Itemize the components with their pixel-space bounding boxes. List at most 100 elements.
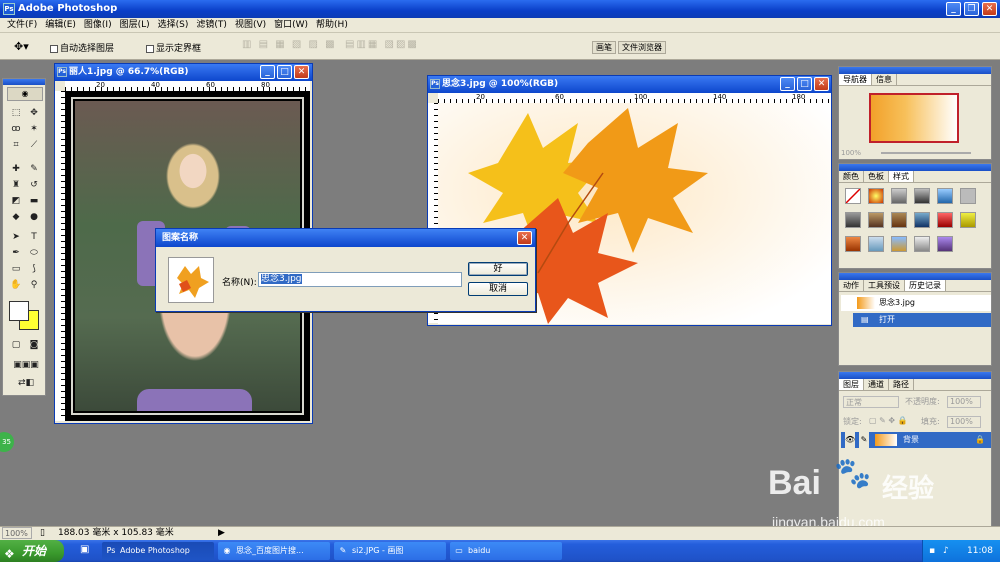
slice-tool-icon[interactable]: ⟋ xyxy=(27,139,41,152)
tab-navigator[interactable]: 导航器 xyxy=(839,74,872,85)
eraser-tool-icon[interactable]: ◩ xyxy=(9,195,23,208)
navigator-thumbnail[interactable] xyxy=(869,93,959,143)
tab-paths[interactable]: 路径 xyxy=(889,379,914,390)
style-swatch[interactable] xyxy=(845,236,861,252)
history-brush-icon[interactable]: ↺ xyxy=(27,179,41,192)
menu-select[interactable]: 选择(S) xyxy=(154,18,193,32)
blur-tool-icon[interactable]: ◆ xyxy=(9,211,23,224)
tab-styles[interactable]: 样式 xyxy=(889,171,914,182)
pen-tool-icon[interactable]: ✒ xyxy=(9,247,23,260)
eye-icon[interactable]: 👁 xyxy=(845,432,855,448)
notes-tool-icon[interactable]: ▭ xyxy=(9,263,23,276)
marquee-tool-icon[interactable]: ⬚ xyxy=(9,107,23,120)
navigator-zoom-bar[interactable]: 100% xyxy=(841,149,991,159)
volume-icon[interactable]: ♪ xyxy=(943,540,949,562)
task-paint[interactable]: ✎ si2.JPG - 画图 xyxy=(334,542,446,560)
clock[interactable]: 11:08 xyxy=(967,540,993,562)
menu-image[interactable]: 图像(I) xyxy=(80,18,116,32)
style-swatch[interactable] xyxy=(891,212,907,228)
opacity-input[interactable]: 100% xyxy=(947,396,981,408)
doc-close-button[interactable]: ✕ xyxy=(294,65,309,79)
menu-window[interactable]: 窗口(W) xyxy=(270,18,312,32)
brush-tool-icon[interactable]: ✎ xyxy=(27,163,41,176)
menu-layer[interactable]: 图层(L) xyxy=(116,18,154,32)
status-arrow-icon[interactable]: ▶ xyxy=(218,527,225,540)
eyedropper-icon[interactable]: ⟆ xyxy=(27,263,41,276)
dialog-close-button[interactable]: ✕ xyxy=(517,231,532,245)
tab-tool-presets[interactable]: 工具预设 xyxy=(864,280,905,291)
style-swatch[interactable] xyxy=(845,188,861,204)
task-photoshop[interactable]: Ps Adobe Photoshop xyxy=(102,542,214,560)
quicklaunch-desktop-icon[interactable]: ▣ xyxy=(80,544,89,555)
lock-icons[interactable]: ▢ ✎ ✥ 🔒 xyxy=(869,416,908,425)
fill-input[interactable]: 100% xyxy=(947,416,981,428)
brush-link-icon[interactable]: ✎ xyxy=(859,432,869,448)
dodge-tool-icon[interactable]: ● xyxy=(27,211,41,224)
path-select-icon[interactable]: ➤ xyxy=(9,231,23,244)
move-tool-icon[interactable]: ✥▾ xyxy=(14,40,29,53)
eye-logo-icon[interactable]: ◉ xyxy=(7,87,43,101)
style-swatch[interactable] xyxy=(868,212,884,228)
tab-actions[interactable]: 动作 xyxy=(839,280,864,291)
style-swatch[interactable] xyxy=(891,188,907,204)
tab-brushes[interactable]: 画笔 xyxy=(592,41,616,54)
style-swatch[interactable] xyxy=(937,188,953,204)
gradient-tool-icon[interactable]: ▬ xyxy=(27,195,41,208)
menu-filter[interactable]: 滤镜(T) xyxy=(192,18,231,32)
task-browser[interactable]: ◉ 思念_百度图片搜... xyxy=(218,542,330,560)
lasso-tool-icon[interactable]: ꝏ xyxy=(9,123,23,136)
tab-channels[interactable]: 通道 xyxy=(864,379,889,390)
doc-minimize-button[interactable]: _ xyxy=(780,77,795,91)
doc-close-button[interactable]: ✕ xyxy=(814,77,829,91)
style-swatch[interactable] xyxy=(960,188,976,204)
history-step[interactable]: ▤ 打开 xyxy=(853,313,991,327)
tab-history[interactable]: 历史记录 xyxy=(905,280,946,291)
doc-maximize-button[interactable]: □ xyxy=(797,77,812,91)
history-snapshot[interactable]: 思念3.jpg xyxy=(841,295,991,311)
style-swatch[interactable] xyxy=(845,212,861,228)
clone-stamp-icon[interactable]: ♜ xyxy=(9,179,23,192)
menu-view[interactable]: 视图(V) xyxy=(231,18,270,32)
cancel-button[interactable]: 取消 xyxy=(468,282,528,296)
status-zoom[interactable]: 100% xyxy=(2,527,32,539)
tab-color[interactable]: 颜色 xyxy=(839,171,864,182)
show-bounds-checkbox[interactable]: 显示定界框 xyxy=(146,41,201,54)
style-swatch[interactable] xyxy=(914,236,930,252)
tab-info[interactable]: 信息 xyxy=(872,74,897,85)
menu-file[interactable]: 文件(F) xyxy=(3,18,41,32)
style-swatch[interactable] xyxy=(914,212,930,228)
tab-file-browser[interactable]: 文件浏览器 xyxy=(618,41,666,54)
minimize-button[interactable]: _ xyxy=(946,2,961,16)
standard-mode-icon[interactable]: ▢ xyxy=(9,339,23,352)
style-swatch[interactable] xyxy=(868,188,884,204)
restore-button[interactable]: ❐ xyxy=(964,2,979,16)
layer-row-background[interactable]: 👁 ✎ 背景 🔒 xyxy=(841,432,991,448)
zoom-tool-icon[interactable]: ⚲ xyxy=(27,279,41,292)
foreground-color-swatch[interactable] xyxy=(9,301,29,321)
task-folder[interactable]: ▭ baidu xyxy=(450,542,562,560)
network-icon[interactable]: ▪ xyxy=(929,540,935,562)
ok-button[interactable]: 好 xyxy=(468,262,528,276)
shape-tool-icon[interactable]: ⬭ xyxy=(27,247,41,260)
healing-brush-icon[interactable]: ✚ xyxy=(9,163,23,176)
crop-tool-icon[interactable]: ⌗ xyxy=(9,139,23,152)
style-swatch[interactable] xyxy=(960,212,976,228)
menu-edit[interactable]: 编辑(E) xyxy=(41,18,80,32)
style-swatch[interactable] xyxy=(914,188,930,204)
magic-wand-icon[interactable]: ✶ xyxy=(27,123,41,136)
close-button[interactable]: ✕ xyxy=(982,2,997,16)
start-button[interactable]: ❖ 开始 xyxy=(0,540,64,562)
quick-mask-icon[interactable]: ◙ xyxy=(27,339,41,352)
style-swatch[interactable] xyxy=(868,236,884,252)
move-tool-icon[interactable]: ✥ xyxy=(27,107,41,120)
tab-layers[interactable]: 图层 xyxy=(839,379,864,390)
pattern-name-input[interactable]: 思念3.jpg xyxy=(258,272,462,287)
type-tool-icon[interactable]: T xyxy=(27,231,41,244)
doc-minimize-button[interactable]: _ xyxy=(260,65,275,79)
doc-maximize-button[interactable]: □ xyxy=(277,65,292,79)
hand-tool-icon[interactable]: ✋ xyxy=(9,279,23,292)
style-swatch[interactable] xyxy=(937,236,953,252)
auto-select-checkbox[interactable]: 自动选择图层 xyxy=(50,41,114,54)
tab-swatches[interactable]: 色板 xyxy=(864,171,889,182)
imageready-icon[interactable]: ⇄◧ xyxy=(7,377,45,390)
